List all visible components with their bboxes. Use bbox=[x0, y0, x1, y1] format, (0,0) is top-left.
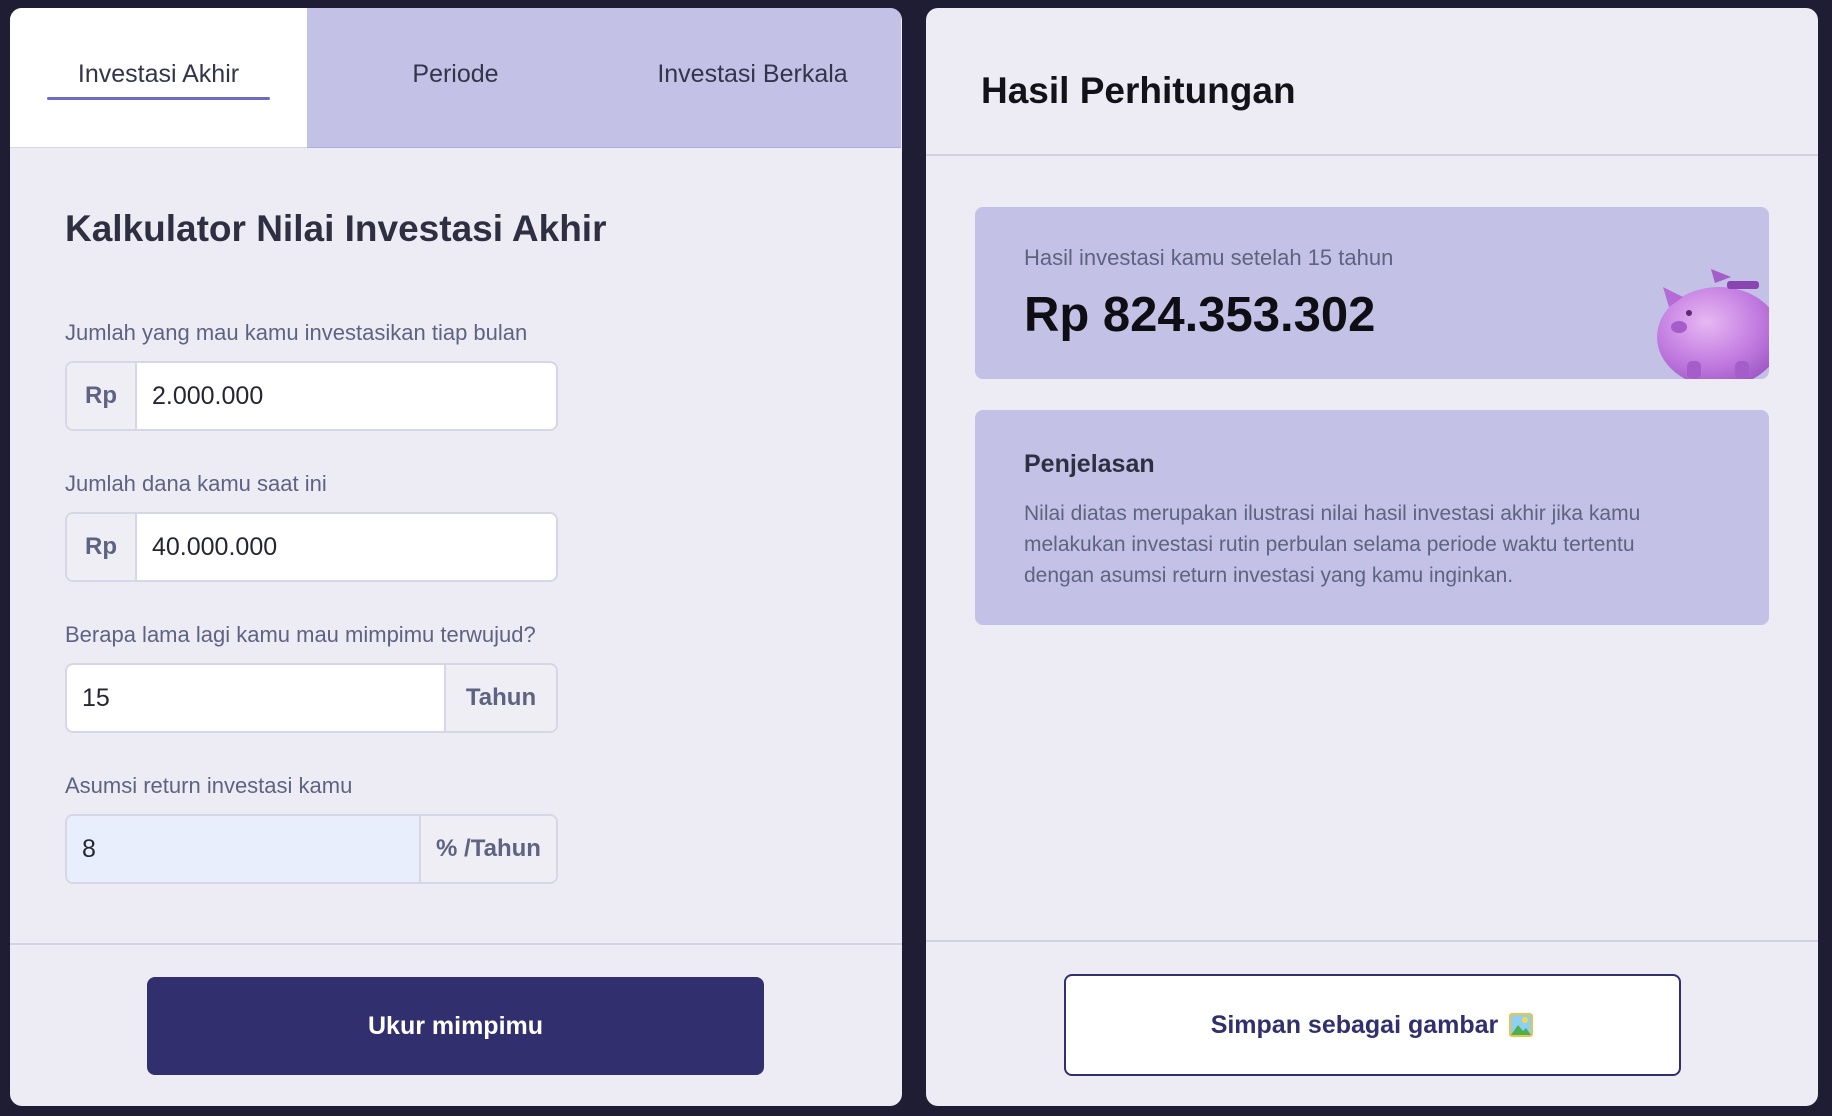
return-rate-suffix: % /Tahun bbox=[419, 816, 556, 882]
explanation-card: Penjelasan Nilai diatas merupakan ilustr… bbox=[975, 410, 1769, 625]
currency-prefix: Rp bbox=[67, 514, 137, 580]
explanation-text: Nilai diatas merupakan ilustrasi nilai h… bbox=[1024, 502, 1641, 587]
active-tab-indicator bbox=[47, 97, 270, 100]
return-rate-group: % /Tahun bbox=[65, 814, 558, 884]
result-footer-divider bbox=[926, 940, 1818, 942]
result-title: Hasil Perhitungan bbox=[981, 70, 1296, 111]
picture-icon bbox=[1509, 1013, 1534, 1037]
tab-periode[interactable]: Periode bbox=[307, 8, 604, 148]
current-fund-input[interactable] bbox=[137, 514, 556, 580]
monthly-amount-input[interactable] bbox=[137, 363, 556, 429]
result-caption: Hasil investasi kamu setelah 15 tahun bbox=[1024, 245, 1394, 270]
tab-label: Investasi Akhir bbox=[77, 60, 240, 88]
calculator-title: Kalkulator Nilai Investasi Akhir bbox=[65, 208, 607, 249]
save-image-button[interactable]: Simpan sebagai gambar bbox=[1064, 974, 1681, 1076]
tab-label: Investasi Berkala bbox=[657, 60, 848, 88]
monthly-amount-group: Rp bbox=[65, 361, 558, 431]
duration-suffix: Tahun bbox=[444, 665, 556, 731]
calculate-button[interactable]: Ukur mimpimu bbox=[147, 977, 764, 1075]
tab-label: Periode bbox=[412, 60, 499, 88]
result-value: Rp 824.353.302 bbox=[1024, 288, 1376, 342]
duration-label: Berapa lama lagi kamu mau mimpimu terwuj… bbox=[65, 622, 536, 647]
tab-investasi-berkala[interactable]: Investasi Berkala bbox=[604, 8, 901, 148]
form-footer-divider bbox=[10, 943, 902, 945]
tab-bar: Investasi Akhir Periode Investasi Berkal… bbox=[10, 8, 902, 148]
result-panel: Hasil Perhitungan Hasil investasi kamu s… bbox=[926, 8, 1818, 1106]
return-rate-label: Asumsi return investasi kamu bbox=[65, 773, 353, 798]
return-rate-input[interactable] bbox=[67, 816, 419, 882]
currency-prefix: Rp bbox=[67, 363, 137, 429]
current-fund-label: Jumlah dana kamu saat ini bbox=[65, 471, 327, 496]
save-image-label: Simpan sebagai gambar bbox=[1210, 1010, 1499, 1039]
result-card: Hasil investasi kamu setelah 15 tahun Rp… bbox=[975, 207, 1769, 379]
explanation-title: Penjelasan bbox=[1024, 450, 1155, 478]
duration-group: Tahun bbox=[65, 663, 558, 733]
monthly-amount-label: Jumlah yang mau kamu investasikan tiap b… bbox=[65, 320, 528, 345]
tab-investasi-akhir[interactable]: Investasi Akhir bbox=[10, 8, 307, 148]
duration-input[interactable] bbox=[67, 665, 444, 731]
result-header-divider bbox=[926, 154, 1818, 156]
piggy-bank-icon bbox=[1657, 269, 1769, 379]
calculator-panel: Investasi Akhir Periode Investasi Berkal… bbox=[10, 8, 902, 1106]
current-fund-group: Rp bbox=[65, 512, 558, 582]
